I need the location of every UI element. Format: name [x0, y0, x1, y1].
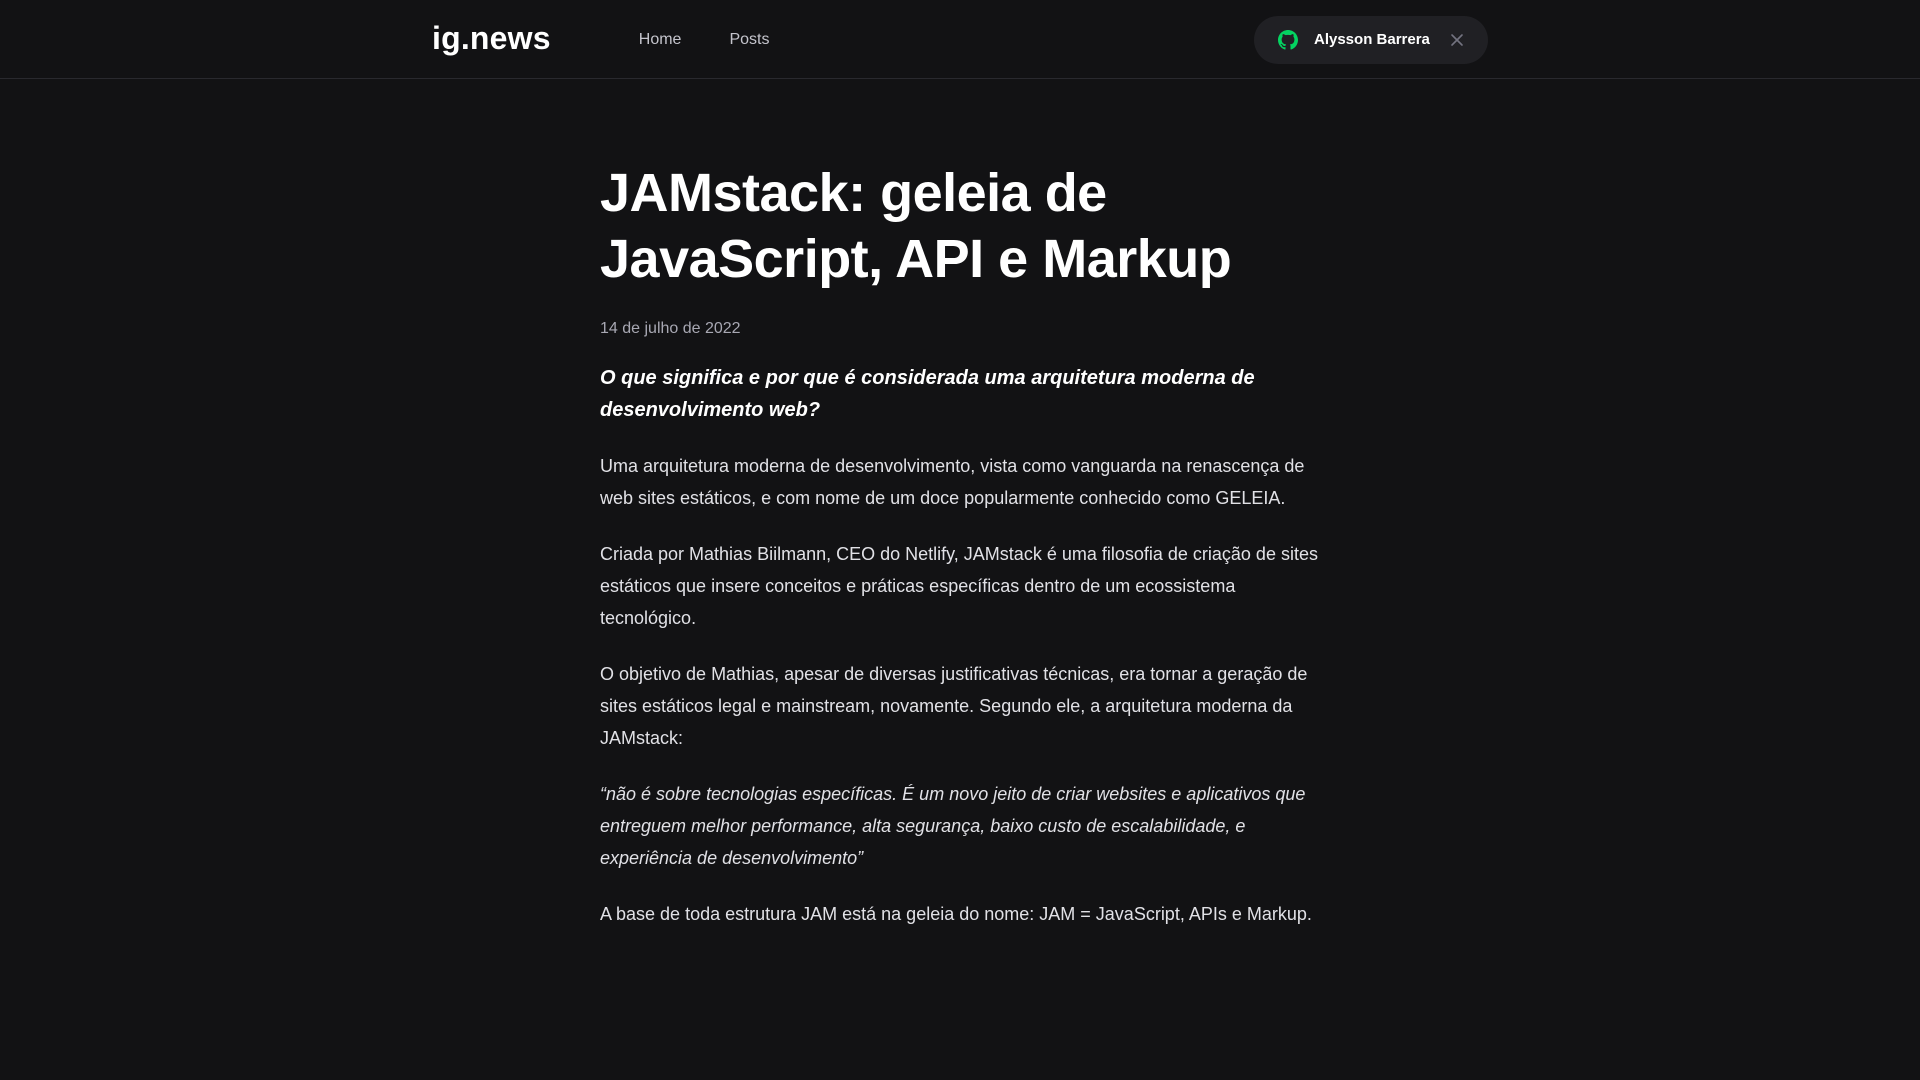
article-paragraph: O objetivo de Mathias, apesar de diversa…	[600, 664, 1308, 748]
article-paragraph: A base de toda estrutura JAM está na gel…	[600, 904, 1312, 924]
top-header: ig.news Home Posts Alysson Barrera	[0, 0, 1920, 79]
github-icon	[1278, 29, 1298, 50]
article-date: 14 de julho de 2022	[600, 320, 741, 337]
article-content: O que significa e por que é considerada …	[600, 362, 1320, 930]
logo[interactable]: ig.news	[432, 20, 551, 57]
main-nav: Home Posts	[639, 0, 818, 79]
article-quote: “não é sobre tecnologias específicas. É …	[600, 784, 1306, 868]
nav-item-home[interactable]: Home	[639, 31, 682, 49]
nav-item-posts[interactable]: Posts	[729, 31, 769, 49]
user-name: Alysson Barrera	[1314, 31, 1430, 48]
article-paragraph: Criada por Mathias Biilmann, CEO do Netl…	[600, 544, 1318, 628]
close-icon[interactable]	[1450, 33, 1464, 47]
article-paragraph: Uma arquitetura moderna de desenvolvimen…	[600, 456, 1305, 508]
article: JAMstack: geleia de JavaScript, API e Ma…	[600, 160, 1320, 954]
article-lead: O que significa e por que é considerada …	[600, 367, 1255, 421]
signin-github-button[interactable]: Alysson Barrera	[1254, 15, 1488, 64]
header-container: ig.news Home Posts Alysson Barrera	[432, 0, 1488, 79]
article-title: JAMstack: geleia de JavaScript, API e Ma…	[600, 163, 1232, 289]
